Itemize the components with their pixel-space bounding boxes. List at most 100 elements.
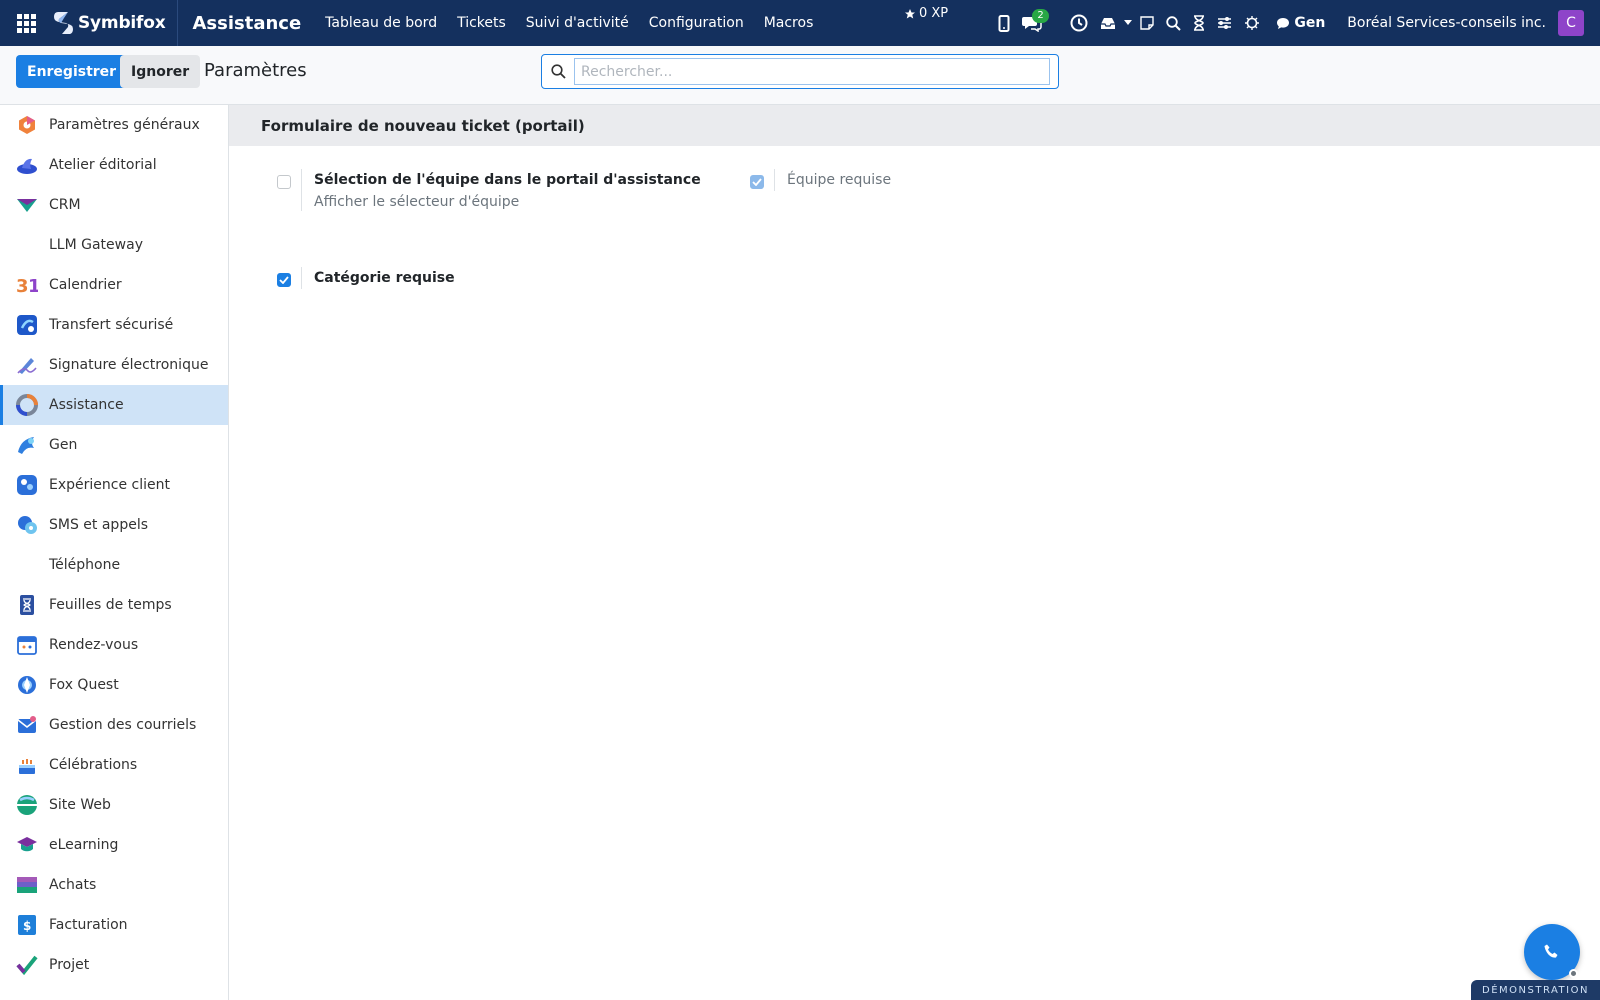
team-selection-label: Sélection de l'équipe dans le portail d'… [314,172,701,188]
control-panel: Enregistrer Ignorer Paramètres [0,46,1600,105]
user-avatar[interactable]: C [1558,10,1584,36]
menu-macros[interactable]: Macros [754,15,824,31]
sidebar-item-label: Facturation [49,917,128,933]
save-button[interactable]: Enregistrer [16,55,128,88]
sidebar-item-atelier-editorial[interactable]: Atelier éditorial [0,145,228,185]
sidebar-item-label: Assistance [49,397,124,413]
sidebar-item-label: Projet [49,957,90,973]
sidebar-item-label: Feuilles de temps [49,597,172,613]
sidebar-item-label: Calendrier [49,277,122,293]
discard-button[interactable]: Ignorer [120,55,201,88]
settings-hexagon-icon [16,114,38,136]
sidebar-item-telephone[interactable]: Téléphone [0,545,228,585]
apps-menu-icon[interactable] [0,0,52,46]
app-name[interactable]: Assistance [178,13,315,34]
menu-tickets[interactable]: Tickets [447,15,516,31]
inbox-icon[interactable] [1094,0,1122,46]
gen-button[interactable]: Gen [1266,15,1335,31]
star-icon [905,8,915,18]
sidebar-item-label: Gen [49,437,78,453]
sidebar-item-label: Gestion des courriels [49,717,197,733]
sidebar-item-celebrations[interactable]: Célébrations [0,745,228,785]
team-selection-description: Afficher le sélecteur d'équipe [314,194,520,210]
sidebar-item-assistance[interactable]: Assistance [0,385,228,425]
category-required-checkbox[interactable] [277,273,291,287]
bug-icon[interactable] [1238,0,1266,46]
sidebar-item-projet[interactable]: Projet [0,945,228,985]
sidebar-item-crm[interactable]: CRM [0,185,228,225]
sidebar-item-label: Fox Quest [49,677,119,693]
sidebar-item-transfert-securise[interactable]: Transfert sécurisé [0,305,228,345]
setting-divider [301,267,302,289]
sidebar-item-experience-client[interactable]: Expérience client [0,465,228,505]
clock-icon[interactable] [1064,0,1094,46]
caret-down-icon[interactable] [1122,0,1134,46]
team-required-checkbox[interactable] [750,175,764,189]
elearning-icon [16,834,38,856]
setting-category-required: Catégorie requise [277,267,455,289]
sidebar-item-label: SMS et appels [49,517,149,533]
systray: 2 Gen Boréal Services-conseils inc. C [992,0,1600,46]
sidebar-item-site-web[interactable]: Site Web [0,785,228,825]
calendar-icon: 31 [16,274,38,296]
sidebar-item-fox-quest[interactable]: Fox Quest [0,665,228,705]
sidebar-item-gen[interactable]: Gen [0,425,228,465]
mobile-icon[interactable] [992,0,1016,46]
company-switcher[interactable]: Boréal Services-conseils inc. [1335,15,1558,31]
sidebar-item-elearning[interactable]: eLearning [0,825,228,865]
cake-icon [16,754,38,776]
search-icon [542,64,574,79]
crm-icon [16,194,38,216]
website-icon [16,794,38,816]
svg-text:1: 1 [28,276,38,295]
sidebar-item-feuilles-de-temps[interactable]: Feuilles de temps [0,585,228,625]
sidebar-item-sms-et-appels[interactable]: SMS et appels [0,505,228,545]
timesheet-icon [16,594,38,616]
gen-label: Gen [1294,15,1326,31]
sidebar-item-label: Rendez-vous [49,637,139,653]
menu-dashboard[interactable]: Tableau de bord [315,15,447,31]
svg-text:3: 3 [16,276,29,295]
hourglass-icon[interactable] [1187,0,1211,46]
sidebar-item-signature-electronique[interactable]: Signature électronique [0,345,228,385]
sidebar-item-calendrier[interactable]: 31 Calendrier [0,265,228,305]
brand[interactable]: Symbifox [52,0,179,46]
settings-search [541,54,1059,89]
page-title: Paramètres [204,60,307,81]
appointment-icon [16,634,38,656]
sticky-note-icon[interactable] [1134,0,1160,46]
menu-activity-tracking[interactable]: Suivi d'activité [516,15,639,31]
sidebar-item-label: CRM [49,197,81,213]
demo-banner: DÉMONSTRATION [1471,980,1600,1000]
menu-configuration[interactable]: Configuration [639,15,754,31]
sliders-icon[interactable] [1211,0,1238,46]
search-icon[interactable] [1160,0,1187,46]
messages-icon[interactable]: 2 [1016,0,1064,46]
sidebar-item-label: Atelier éditorial [49,157,157,173]
team-selection-checkbox[interactable] [277,175,291,189]
sidebar-item-label: Signature électronique [49,357,209,373]
sidebar-item-gestion-des-courriels[interactable]: Gestion des courriels [0,705,228,745]
sidebar-item-llm-gateway[interactable]: LLM Gateway [0,225,228,265]
phone-call-button[interactable] [1524,924,1580,980]
setting-divider [774,169,775,191]
sidebar-item-label: Transfert sécurisé [49,317,174,333]
chat-bubble-icon [1277,17,1290,29]
sms-icon [16,514,38,536]
setting-team-required: Équipe requise [750,169,891,191]
xp-counter[interactable]: 0 XP [904,6,948,21]
settings-content: Formulaire de nouveau ticket (portail) S… [229,105,1600,1000]
sidebar-item-facturation[interactable]: $ Facturation [0,905,228,945]
messages-badge: 2 [1032,9,1049,23]
search-input[interactable] [574,58,1050,85]
sidebar-item-label: Site Web [49,797,111,813]
top-navbar: Symbifox Assistance Tableau de bord Tick… [0,0,1600,46]
sidebar-item-parametres-generaux[interactable]: Paramètres généraux [0,105,228,145]
brand-name: Symbifox [78,13,166,33]
sidebar-item-rendez-vous[interactable]: Rendez-vous [0,625,228,665]
sidebar-item-label: Téléphone [49,557,121,573]
sidebar-item-achats[interactable]: Achats [0,865,228,905]
xp-value: 0 XP [919,6,949,21]
signature-icon [16,354,38,376]
sidebar-item-label: LLM Gateway [49,237,143,253]
